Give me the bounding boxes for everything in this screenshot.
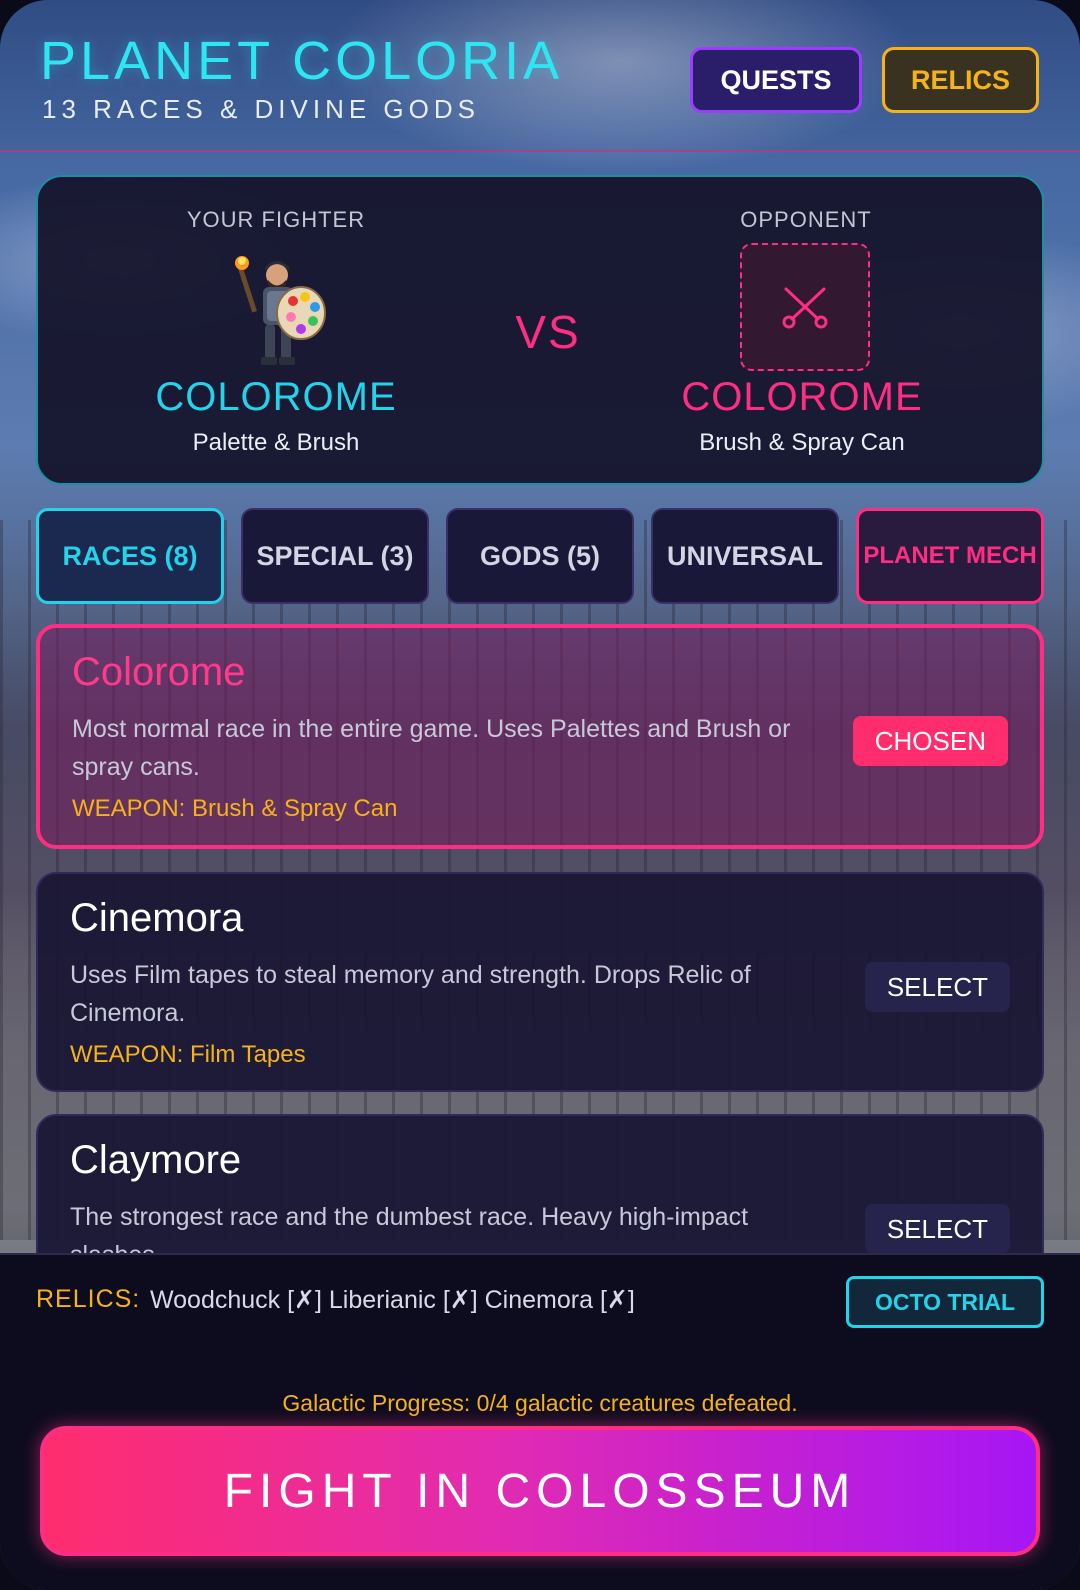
header-bar: PLANET COLORIA 13 RACES & DIVINE GODS QU…	[0, 0, 1080, 152]
race-name: Colorome	[72, 650, 246, 694]
tab-gods[interactable]: GODS (5)	[446, 508, 634, 604]
quests-button[interactable]: QUESTS	[690, 47, 862, 113]
race-description: Most normal race in the entire game. Use…	[72, 715, 791, 781]
player-fighter-weapon: Palette & Brush	[192, 429, 360, 456]
fight-in-colosseum-button[interactable]: FIGHT IN COLOSSEUM	[40, 1426, 1040, 1556]
versus-label: VS	[515, 306, 581, 358]
your-fighter-label: YOUR FIGHTER	[186, 207, 366, 232]
opponent-fighter-name: COLOROME	[681, 375, 923, 419]
race-card-colorome[interactable]: Colorome Most normal race in the entire …	[36, 624, 1044, 849]
race-weapon: WEAPON: Brush & Spray Can	[72, 795, 398, 822]
matchup-panel: YOUR FIGHTER COLOROME Palette & Brush VS…	[36, 175, 1044, 485]
tab-universal[interactable]: UNIVERSAL	[651, 508, 839, 604]
race-card-cinemora[interactable]: Cinemora Uses Film tapes to steal memory…	[36, 872, 1044, 1092]
select-button[interactable]: SELECT	[864, 962, 1010, 1012]
opponent-portrait	[740, 243, 870, 371]
tab-special[interactable]: SPECIAL (3)	[241, 508, 429, 604]
crossed-swords-icon	[782, 287, 828, 329]
game-subtitle: 13 RACES & DIVINE GODS	[42, 94, 480, 124]
race-name: Cinemora	[70, 896, 244, 940]
game-title: PLANET COLORIA	[40, 31, 564, 91]
select-button[interactable]: SELECT	[864, 1204, 1010, 1254]
game-screen: PLANET COLORIA 13 RACES & DIVINE GODS QU…	[0, 0, 1080, 1590]
chosen-button[interactable]: CHOSEN	[852, 716, 1008, 766]
opponent-fighter-weapon: Brush & Spray Can	[699, 429, 905, 456]
race-description: Uses Film tapes to steal memory and stre…	[70, 961, 751, 1027]
player-fighter-name: COLOROME	[155, 375, 397, 419]
galactic-progress-text: Galactic Progress: 0/4 galactic creature…	[282, 1390, 798, 1416]
bottom-panel: RELICS: Woodchuck [✗] Liberianic [✗] Cin…	[0, 1253, 1080, 1590]
relics-status-list: Woodchuck [✗] Liberianic [✗] Cinemora [✗…	[150, 1286, 635, 1314]
tab-planet-mech[interactable]: PLANET MECH	[856, 508, 1044, 604]
fighter-portrait-icon	[235, 256, 326, 365]
relics-label: RELICS:	[36, 1285, 141, 1313]
relics-button[interactable]: RELICS	[882, 47, 1039, 113]
octo-trial-button[interactable]: OCTO TRIAL	[846, 1276, 1044, 1328]
opponent-label: OPPONENT	[740, 207, 872, 232]
race-weapon: WEAPON: Film Tapes	[70, 1041, 306, 1068]
tab-races[interactable]: RACES (8)	[36, 508, 224, 604]
race-name: Claymore	[70, 1138, 242, 1182]
